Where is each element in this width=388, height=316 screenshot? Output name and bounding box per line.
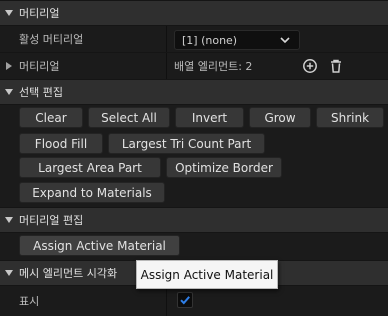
expand-to-materials-button[interactable]: Expand to Materials [19, 182, 165, 203]
optimize-border-button[interactable]: Optimize Border [166, 157, 282, 178]
section-title: 메시 엘리먼트 시각화 [19, 267, 118, 280]
largest-tri-count-part-button[interactable]: Largest Tri Count Part [108, 133, 265, 154]
expand-arrow-icon[interactable] [6, 62, 12, 70]
collapse-arrow-icon [5, 89, 13, 95]
active-material-value: [1] (none) [182, 33, 238, 47]
select-all-button[interactable]: Select All [88, 107, 170, 128]
active-material-dropdown[interactable]: [1] (none) [174, 30, 300, 50]
material-array-count: 배열 엘리먼트: 2 [174, 60, 253, 73]
assign-active-material-button[interactable]: Assign Active Material [19, 235, 180, 256]
shrink-button[interactable]: Shrink [316, 107, 384, 128]
grow-button[interactable]: Grow [249, 107, 311, 128]
show-row: 표시 [0, 286, 388, 316]
clear-button[interactable]: Clear [19, 107, 83, 128]
show-label: 표시 [19, 295, 40, 308]
active-material-label: 활성 머티리얼 [19, 33, 84, 46]
material-section-header[interactable]: 머티리얼 [0, 1, 388, 25]
selection-edit-section-header[interactable]: 선택 편집 [0, 80, 388, 104]
plus-circle-icon[interactable] [302, 58, 318, 74]
material-edit-buttons: Assign Active Material [0, 233, 388, 260]
section-title: 선택 편집 [19, 86, 63, 99]
trash-icon[interactable] [328, 58, 344, 74]
material-edit-section-header[interactable]: 머티리얼 편집 [0, 208, 388, 232]
collapse-arrow-icon [5, 10, 13, 16]
chevron-down-icon [280, 37, 290, 44]
collapse-arrow-icon [5, 217, 13, 223]
active-material-row: 활성 머티리얼 [1] (none) [0, 26, 388, 52]
material-array-row: 머티리얼 배열 엘리먼트: 2 [0, 53, 388, 79]
section-title: 머티리얼 편집 [19, 214, 84, 227]
column-divider [166, 53, 167, 79]
column-divider [166, 286, 167, 316]
section-title: 머티리얼 [19, 7, 60, 20]
check-icon [180, 296, 190, 305]
material-label: 머티리얼 [19, 60, 60, 73]
column-divider [166, 26, 167, 52]
selection-edit-buttons: Clear Select All Invert Grow Shrink Floo… [0, 105, 388, 207]
flood-fill-button[interactable]: Flood Fill [19, 133, 103, 154]
largest-area-part-button[interactable]: Largest Area Part [19, 157, 161, 178]
collapse-arrow-icon [5, 270, 13, 276]
tooltip: Assign Active Material [136, 260, 278, 289]
show-checkbox[interactable] [177, 292, 193, 308]
invert-button[interactable]: Invert [175, 107, 244, 128]
